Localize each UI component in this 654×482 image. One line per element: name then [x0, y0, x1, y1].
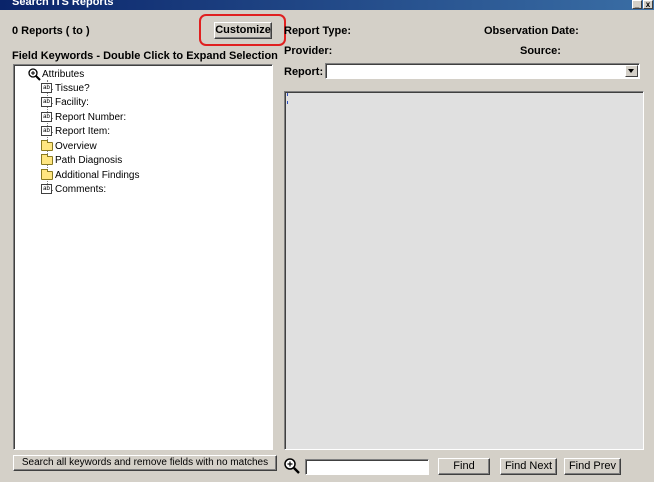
- tree-item-label: Report Item:: [55, 126, 111, 137]
- text-caret: [287, 101, 288, 104]
- tree-item-label: Tissue?: [55, 83, 90, 94]
- field-keywords-heading: Field Keywords - Double Click to Expand …: [12, 50, 278, 62]
- minimize-button[interactable]: _: [632, 0, 642, 9]
- search-all-keywords-button[interactable]: Search all keywords and remove fields wi…: [13, 455, 277, 471]
- close-button[interactable]: x: [643, 0, 653, 9]
- tree-item-label: Report Number:: [55, 112, 127, 123]
- tree-item-label: Additional Findings: [55, 170, 140, 181]
- text-field-icon: ab: [41, 126, 52, 136]
- tree-item-label: Comments:: [55, 184, 107, 195]
- window-title: Search ITS Reports: [12, 0, 114, 8]
- report-select[interactable]: [325, 63, 640, 79]
- folder-icon: [41, 140, 53, 151]
- field-keywords-tree[interactable]: Attributes ab Tissue? ab Facility: ab Re…: [13, 64, 273, 450]
- folder-icon: [41, 154, 53, 165]
- source-label: Source:: [520, 45, 561, 57]
- report-label: Report:: [284, 66, 324, 78]
- tree-item-label: Facility:: [55, 97, 89, 108]
- report-type-label: Report Type:: [284, 25, 352, 37]
- text-field-icon: ab: [41, 83, 52, 93]
- find-prev-button[interactable]: Find Prev: [564, 458, 621, 475]
- text-caret: [287, 93, 288, 96]
- dropdown-arrow-button[interactable]: [625, 65, 638, 77]
- tree-root-label: Attributes: [42, 69, 85, 80]
- folder-icon: [41, 169, 53, 180]
- find-button[interactable]: Find: [438, 458, 490, 475]
- text-field-icon: ab: [41, 184, 52, 194]
- customize-button[interactable]: Customize: [214, 22, 272, 39]
- tree-item-label: Overview: [55, 141, 97, 152]
- tree-item-label: Path Diagnosis: [55, 155, 123, 166]
- text-field-icon: ab: [41, 112, 52, 122]
- magnifier-plus-icon[interactable]: [284, 458, 300, 474]
- chevron-down-icon: [628, 69, 634, 73]
- observation-date-label: Observation Date:: [484, 25, 579, 37]
- find-input[interactable]: [305, 459, 429, 475]
- magnifier-plus-icon: [28, 68, 41, 81]
- report-display-area[interactable]: [284, 91, 644, 450]
- title-bar: Search ITS Reports _ x: [0, 0, 654, 10]
- report-count: 0 Reports ( to ): [12, 25, 90, 37]
- provider-label: Provider:: [284, 45, 333, 57]
- text-field-icon: ab: [41, 97, 52, 107]
- find-next-button[interactable]: Find Next: [500, 458, 557, 475]
